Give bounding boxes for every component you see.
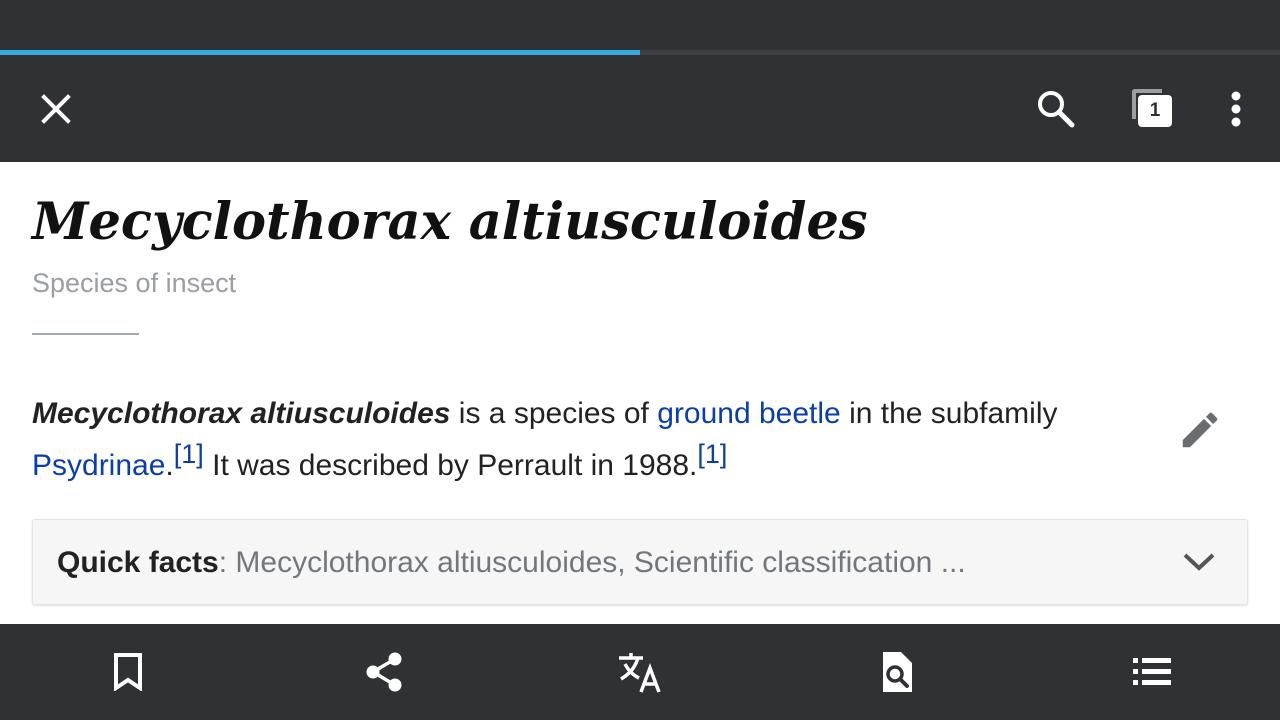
title-divider <box>32 333 139 335</box>
reference-link[interactable]: [1] <box>174 439 204 469</box>
quick-facts-label: Quick facts <box>57 546 219 579</box>
table-of-contents-button[interactable] <box>1102 624 1202 720</box>
find-in-page-button[interactable] <box>846 624 946 720</box>
tabs-button[interactable]: 1 <box>1116 55 1188 162</box>
reference-link[interactable]: [1] <box>697 439 727 469</box>
close-icon <box>41 93 71 124</box>
paragraph-text: in the subfamily <box>840 397 1058 430</box>
bold-term: Mecyclothorax altiusculoides <box>32 397 451 430</box>
share-button[interactable] <box>334 624 434 720</box>
quick-facts-box[interactable]: Quick facts: Mecyclothorax altiusculoide… <box>32 519 1248 605</box>
page-title: Mecyclothorax altiusculoides <box>32 192 868 252</box>
link-ground-beetle[interactable]: ground beetle <box>657 397 841 430</box>
find-in-page-icon <box>883 652 912 692</box>
bottom-action-bar <box>0 624 1280 720</box>
overflow-menu-button[interactable] <box>1200 55 1272 162</box>
table-of-contents-icon <box>1133 658 1171 685</box>
lead-paragraph: Mecyclothorax altiusculoides is a specie… <box>32 388 1132 492</box>
status-strip <box>0 0 1280 50</box>
quick-facts-summary: Mecyclothorax altiusculoides, Scientific… <box>235 546 966 579</box>
quick-facts-expand[interactable] <box>1179 542 1219 582</box>
top-toolbar: 1 <box>0 55 1280 162</box>
save-page-button[interactable] <box>78 624 178 720</box>
share-icon <box>366 652 402 692</box>
tabs-icon: 1 <box>1132 88 1172 129</box>
pencil-icon <box>1182 412 1218 448</box>
more-vert-icon <box>1231 91 1241 126</box>
paragraph-text: It was described by Perrault in 1988. <box>203 449 698 482</box>
link-psydrinae[interactable]: Psydrinae <box>32 449 165 482</box>
close-button[interactable] <box>20 55 92 162</box>
search-icon <box>1038 90 1075 127</box>
translate-icon <box>619 653 661 693</box>
bookmark-icon <box>114 653 142 691</box>
paragraph-text: is a species of <box>450 397 658 430</box>
chevron-down-icon <box>1183 553 1215 571</box>
quick-facts-text: Quick facts: Mecyclothorax altiusculoide… <box>57 520 1137 606</box>
edit-section-button[interactable] <box>1172 402 1228 458</box>
search-button[interactable] <box>1020 55 1092 162</box>
change-language-button[interactable] <box>590 624 690 720</box>
quick-facts-colon: : <box>218 546 236 579</box>
tab-count: 1 <box>1138 94 1172 127</box>
page-description: Species of insect <box>32 268 237 298</box>
paragraph-text: . <box>165 449 174 482</box>
